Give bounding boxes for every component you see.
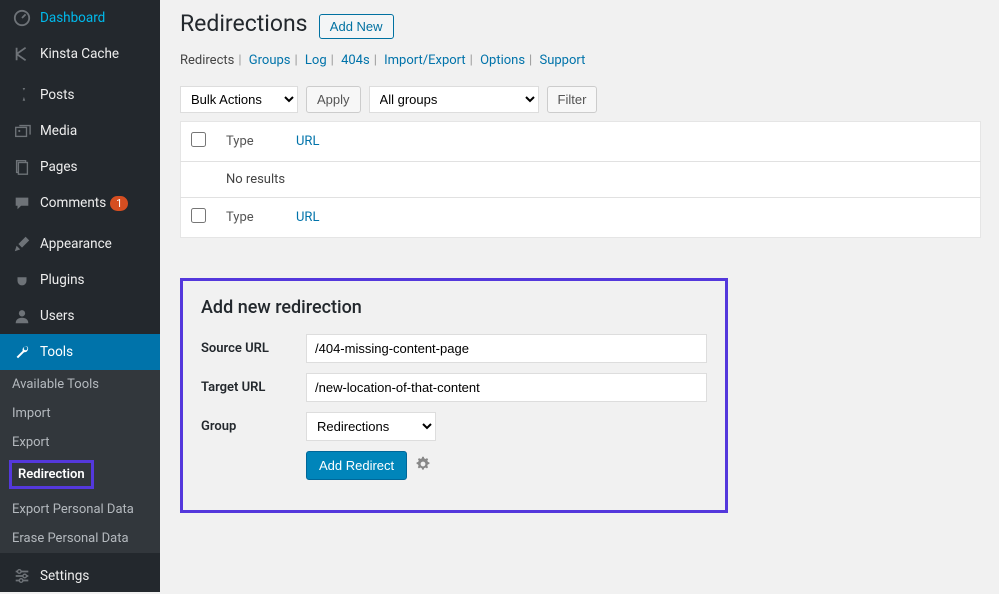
wrench-icon bbox=[12, 342, 32, 362]
sidebar-item-media[interactable]: Media bbox=[0, 113, 160, 149]
submenu-erase-personal[interactable]: Erase Personal Data bbox=[0, 524, 160, 553]
gear-icon[interactable] bbox=[415, 456, 431, 476]
filter-button[interactable]: Filter bbox=[547, 86, 598, 113]
select-all-checkbox[interactable] bbox=[191, 132, 206, 147]
tab-support[interactable]: Support bbox=[539, 53, 585, 68]
sidebar-label: Comments bbox=[40, 195, 106, 211]
col-url-footer[interactable]: URL bbox=[296, 210, 319, 225]
form-title: Add new redirection bbox=[201, 297, 707, 318]
target-url-input[interactable] bbox=[306, 373, 707, 402]
sidebar-label: Users bbox=[40, 308, 74, 324]
redirects-table: Type URL No results Type URL bbox=[180, 121, 981, 238]
submenu-export[interactable]: Export bbox=[0, 428, 160, 457]
sidebar-item-dashboard[interactable]: Dashboard bbox=[0, 0, 160, 36]
sidebar-item-settings[interactable]: Settings bbox=[0, 558, 160, 594]
apply-button[interactable]: Apply bbox=[306, 86, 361, 113]
pages-icon bbox=[12, 157, 32, 177]
source-url-input[interactable] bbox=[306, 334, 707, 363]
sidebar-item-users[interactable]: Users bbox=[0, 298, 160, 334]
sidebar-label: Posts bbox=[40, 87, 74, 103]
submenu-import[interactable]: Import bbox=[0, 399, 160, 428]
source-url-label: Source URL bbox=[201, 341, 306, 356]
user-icon bbox=[12, 306, 32, 326]
tab-groups[interactable]: Groups bbox=[249, 53, 291, 68]
tab-404s[interactable]: 404s bbox=[341, 53, 370, 68]
tab-import-export[interactable]: Import/Export bbox=[384, 53, 466, 68]
sidebar-label: Settings bbox=[40, 568, 89, 584]
group-label: Group bbox=[201, 419, 306, 434]
group-filter-select[interactable]: All groups bbox=[369, 86, 539, 113]
submenu-available-tools[interactable]: Available Tools bbox=[0, 370, 160, 399]
tab-options[interactable]: Options bbox=[480, 53, 525, 68]
sidebar-label: Appearance bbox=[40, 236, 112, 252]
media-icon bbox=[12, 121, 32, 141]
sidebar-label: Tools bbox=[40, 344, 73, 360]
page-title: Redirections bbox=[180, 10, 308, 37]
sidebar-item-tools[interactable]: Tools bbox=[0, 334, 160, 370]
group-select[interactable]: Redirections bbox=[306, 412, 436, 441]
dashboard-icon bbox=[12, 8, 32, 28]
sub-nav: Redirects| Groups| Log| 404s| Import/Exp… bbox=[180, 53, 981, 68]
sidebar-item-plugins[interactable]: Plugins bbox=[0, 262, 160, 298]
col-url[interactable]: URL bbox=[296, 134, 319, 149]
sidebar-item-comments[interactable]: Comments 1 bbox=[0, 185, 160, 221]
sidebar-item-appearance[interactable]: Appearance bbox=[0, 226, 160, 262]
brush-icon bbox=[12, 234, 32, 254]
sidebar-item-pages[interactable]: Pages bbox=[0, 149, 160, 185]
plug-icon bbox=[12, 270, 32, 290]
sidebar-label: Kinsta Cache bbox=[40, 46, 119, 62]
bulk-actions-select[interactable]: Bulk Actions bbox=[180, 86, 298, 113]
sidebar-label: Media bbox=[40, 123, 77, 139]
add-redirection-form: Add new redirection Source URL Target UR… bbox=[180, 278, 728, 513]
tools-submenu: Available Tools Import Export Redirectio… bbox=[0, 370, 160, 553]
add-new-button[interactable]: Add New bbox=[319, 14, 394, 39]
sliders-icon bbox=[12, 566, 32, 586]
admin-sidebar: Dashboard Kinsta Cache Posts Media Pages… bbox=[0, 0, 160, 592]
target-url-label: Target URL bbox=[201, 380, 306, 395]
add-redirect-button[interactable]: Add Redirect bbox=[306, 451, 407, 480]
select-all-checkbox-footer[interactable] bbox=[191, 208, 206, 223]
tab-log[interactable]: Log bbox=[305, 53, 327, 68]
sidebar-label: Plugins bbox=[40, 272, 85, 288]
sidebar-label: Pages bbox=[40, 159, 78, 175]
kinsta-icon bbox=[12, 44, 32, 64]
sidebar-item-posts[interactable]: Posts bbox=[0, 77, 160, 113]
col-type: Type bbox=[216, 122, 286, 162]
comments-count-badge: 1 bbox=[110, 196, 128, 211]
sidebar-item-kinsta[interactable]: Kinsta Cache bbox=[0, 36, 160, 72]
submenu-export-personal[interactable]: Export Personal Data bbox=[0, 495, 160, 524]
submenu-redirection[interactable]: Redirection bbox=[12, 463, 91, 486]
tab-redirects[interactable]: Redirects bbox=[180, 53, 234, 68]
pin-icon bbox=[12, 85, 32, 105]
no-results-text: No results bbox=[216, 162, 981, 198]
comment-icon bbox=[12, 193, 32, 213]
sidebar-label: Dashboard bbox=[40, 10, 105, 26]
col-type-footer: Type bbox=[216, 198, 286, 238]
